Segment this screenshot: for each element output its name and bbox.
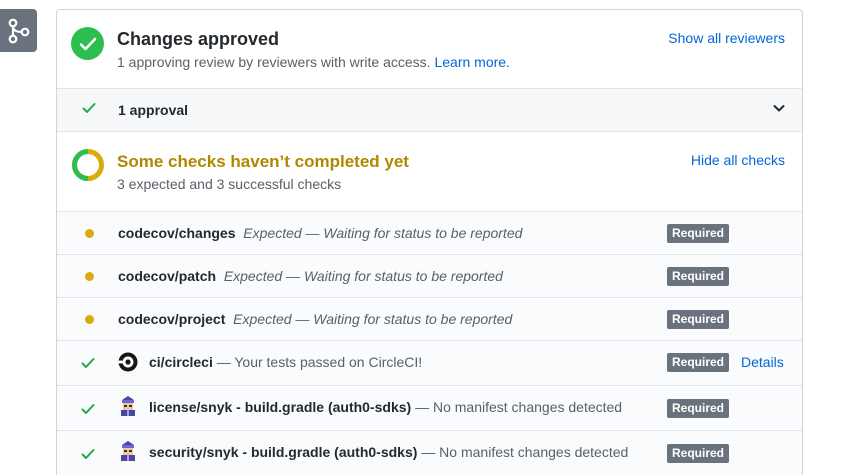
review-status-text: 1 approving review by reviewers with wri…	[117, 54, 431, 70]
check-name: ci/circleci	[149, 354, 213, 370]
check-description: — No manifest changes detected	[415, 399, 623, 415]
check-description: Expected — Waiting for status to be repo…	[233, 311, 513, 327]
checks-status-section: Some checks haven’t completed yet 3 expe…	[57, 132, 802, 212]
pending-dot-icon	[85, 315, 94, 324]
review-status-title: Changes approved	[117, 29, 280, 49]
check-icon	[82, 101, 96, 120]
snyk-icon	[118, 440, 138, 461]
check-row: codecov/changes Expected — Waiting for s…	[57, 212, 802, 255]
check-row: ci/circleci — Your tests passed on Circl…	[57, 341, 802, 386]
check-icon	[81, 356, 95, 373]
check-icon	[81, 402, 95, 419]
check-description: Expected — Waiting for status to be repo…	[243, 225, 523, 241]
snyk-icon	[118, 395, 138, 416]
checks-status-subtitle: 3 expected and 3 successful checks	[117, 176, 342, 192]
required-badge: Required	[667, 224, 730, 243]
required-badge: Required	[667, 353, 730, 372]
chevron-down-icon[interactable]	[772, 101, 786, 120]
check-name: codecov/project	[118, 311, 226, 327]
check-name: security/snyk - build.gradle (auth0-sdks…	[149, 444, 418, 460]
show-all-reviewers-link[interactable]: Show all reviewers	[668, 30, 785, 46]
check-row: security/snyk - build.gradle (auth0-sdks…	[57, 431, 802, 475]
check-name: license/snyk - build.gradle (auth0-sdks)	[149, 399, 412, 415]
check-description: Expected — Waiting for status to be repo…	[223, 268, 503, 284]
checks-status-title: Some checks haven’t completed yet	[117, 152, 409, 171]
learn-more-link[interactable]: Learn more.	[434, 54, 509, 70]
pending-dot-icon	[85, 229, 94, 238]
pending-dot-icon	[85, 272, 94, 281]
check-icon	[81, 447, 95, 464]
circleci-icon	[118, 352, 138, 372]
check-row: codecov/project Expected — Waiting for s…	[57, 298, 802, 341]
approvals-count: 1 approval	[118, 102, 189, 118]
check-description: — No manifest changes detected	[421, 444, 629, 460]
check-name: codecov/patch	[118, 268, 217, 284]
hide-all-checks-link[interactable]: Hide all checks	[691, 152, 785, 168]
approved-check-icon	[71, 27, 104, 60]
merge-status-panel: Changes approved 1 approving review by r…	[56, 9, 803, 475]
details-link[interactable]: Details	[741, 354, 784, 370]
check-name: codecov/changes	[118, 225, 236, 241]
approvals-summary-row[interactable]: 1 approval	[57, 89, 802, 132]
check-row: license/snyk - build.gradle (auth0-sdks)…	[57, 386, 802, 431]
required-badge: Required	[667, 444, 730, 463]
check-row: codecov/patch Expected — Waiting for sta…	[57, 255, 802, 298]
required-badge: Required	[667, 310, 730, 329]
git-merge-icon	[0, 9, 37, 52]
check-description: — Your tests passed on CircleCI!	[216, 354, 423, 370]
review-status-subtitle: 1 approving review by reviewers with wri…	[117, 54, 510, 70]
checks-progress-ring-icon	[71, 148, 105, 187]
review-status-section: Changes approved 1 approving review by r…	[57, 10, 802, 89]
required-badge: Required	[667, 399, 730, 418]
required-badge: Required	[667, 267, 730, 286]
